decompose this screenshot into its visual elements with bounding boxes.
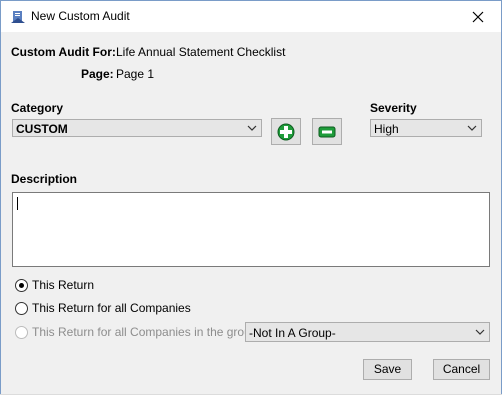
text-caret: [17, 197, 18, 210]
plus-icon: [277, 123, 295, 140]
severity-value: High: [374, 122, 399, 136]
remove-category-button[interactable]: [312, 118, 342, 145]
custom-audit-for-label: Custom Audit For:: [11, 45, 116, 59]
minus-icon: [318, 126, 336, 137]
category-select[interactable]: CUSTOM: [12, 119, 262, 137]
page-label: Page:: [81, 67, 114, 81]
radio-this-return[interactable]: This Return: [15, 277, 94, 293]
category-label: Category: [11, 101, 64, 115]
save-button[interactable]: Save: [363, 359, 412, 380]
category-value: CUSTOM: [16, 122, 68, 136]
radio-all-companies-in-group: This Return for all Companies in the gro…: [15, 324, 261, 340]
radio-button[interactable]: [15, 301, 28, 315]
chevron-down-icon: [247, 125, 257, 131]
group-value: -Not In A Group-: [249, 326, 336, 340]
description-textarea[interactable]: [12, 192, 490, 267]
title-bar: New Custom Audit: [1, 1, 501, 32]
severity-label: Severity: [370, 101, 417, 115]
group-select[interactable]: -Not In A Group-: [245, 322, 490, 342]
radio-button-disabled: [15, 325, 28, 339]
close-button[interactable]: [455, 1, 501, 32]
custom-audit-for-value: Life Annual Statement Checklist: [116, 45, 286, 59]
chevron-down-icon: [475, 329, 485, 335]
description-label: Description: [11, 172, 78, 186]
severity-select[interactable]: High: [370, 119, 482, 137]
cancel-button[interactable]: Cancel: [433, 359, 490, 380]
radio-button-checked[interactable]: [15, 278, 28, 292]
add-category-button[interactable]: [271, 118, 301, 145]
radio-label: This Return: [32, 278, 95, 292]
dialog-window: New Custom Audit Custom Audit For: Life …: [0, 0, 502, 395]
radio-label: This Return for all Companies in the gro…: [32, 325, 261, 339]
radio-all-companies[interactable]: This Return for all Companies: [15, 300, 191, 316]
close-icon: [472, 11, 484, 22]
chevron-down-icon: [467, 125, 477, 131]
app-icon: [11, 11, 25, 23]
window-title: New Custom Audit: [31, 9, 130, 23]
page-value: Page 1: [116, 67, 155, 81]
radio-label: This Return for all Companies: [32, 301, 191, 315]
